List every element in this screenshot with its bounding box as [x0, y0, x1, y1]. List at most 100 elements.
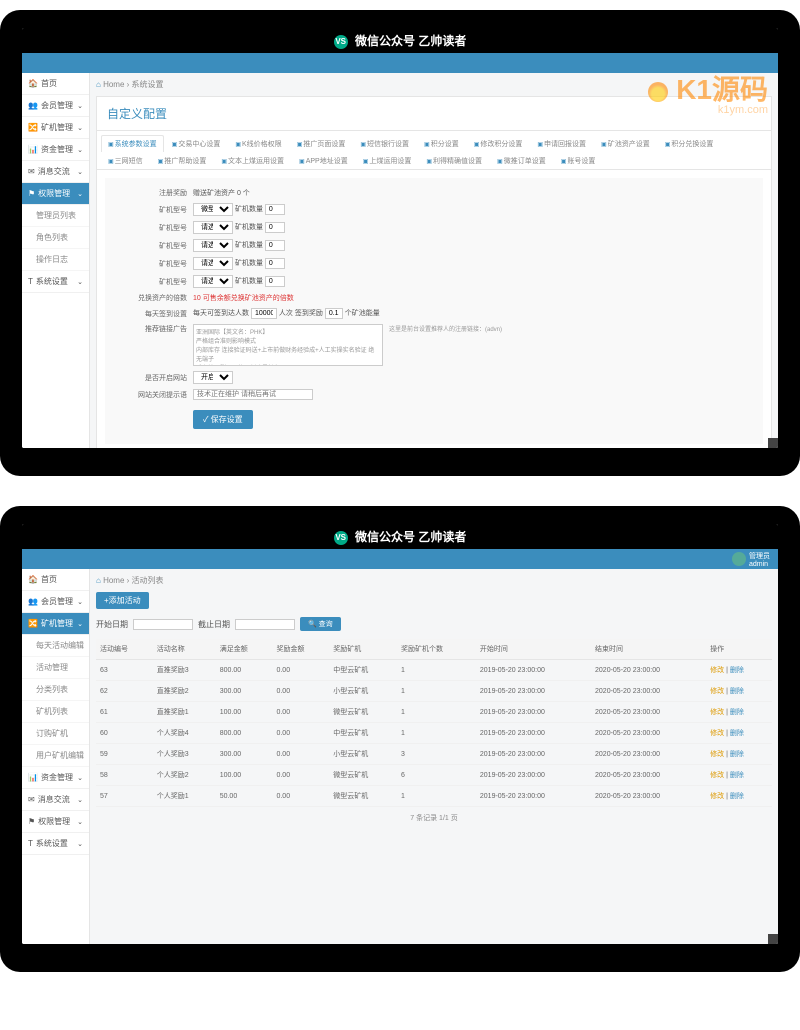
tab-8[interactable]: ▣矿池资产设置: [594, 135, 657, 152]
edit-link[interactable]: 修改: [710, 772, 724, 779]
table-row: 63直推奖励3800.000.00中型云矿机12019-05-20 23:00:…: [96, 660, 772, 681]
kj-count-input-4[interactable]: [265, 276, 285, 287]
kj-count-input-2[interactable]: [265, 240, 285, 251]
home-icon[interactable]: ⌂: [96, 576, 101, 585]
edit-link[interactable]: 修改: [710, 688, 724, 695]
sidebar-item-矿机管理[interactable]: 🔀矿机管理⌄: [22, 117, 89, 139]
sidebar-item-会员管理[interactable]: 👥会员管理⌄: [22, 95, 89, 117]
sidebar-item-矿机管理[interactable]: 🔀矿机管理⌄: [22, 613, 89, 635]
tab-13[interactable]: ▣APP地址设置: [292, 152, 355, 169]
add-activity-button[interactable]: +添加活动: [96, 592, 149, 609]
tab-15[interactable]: ▣利得精确值设置: [419, 152, 489, 169]
end-date-input[interactable]: [235, 619, 295, 630]
delete-link[interactable]: 删除: [730, 772, 744, 779]
tab-14[interactable]: ▣上煤运用设置: [356, 152, 419, 169]
tab-icon: ▣: [158, 159, 164, 165]
edit-link[interactable]: 修改: [710, 793, 724, 800]
sidebar-sub-管理员列表[interactable]: 管理员列表: [22, 205, 89, 227]
delete-link[interactable]: 删除: [730, 688, 744, 695]
save-button[interactable]: ✓ 保存设置: [193, 410, 253, 429]
query-button[interactable]: 🔍 查询: [300, 617, 341, 631]
sidebar-item-资金管理[interactable]: 📊资金管理⌄: [22, 767, 89, 789]
kj-type-select-2[interactable]: 请选择: [193, 239, 233, 252]
sidebar-sub-用户矿机编辑[interactable]: 用户矿机编辑: [22, 745, 89, 767]
kj-type-select-3[interactable]: 请选择: [193, 257, 233, 270]
col-header: 奖励矿机个数: [397, 639, 476, 660]
edit-link[interactable]: 修改: [710, 667, 724, 674]
chevron-down-icon: ⌄: [77, 840, 83, 848]
delete-link[interactable]: 删除: [730, 730, 744, 737]
kj-count-input-3[interactable]: [265, 258, 285, 269]
tab-10[interactable]: ▣三网短信: [101, 152, 150, 169]
tab-1[interactable]: ▣交易中心设置: [165, 135, 228, 152]
kj-count-input-0[interactable]: [265, 204, 285, 215]
tab-2[interactable]: ▣K线价格权限: [228, 135, 288, 152]
sidebar-item-首页[interactable]: 🏠首页: [22, 569, 89, 591]
sidebar-item-权限管理[interactable]: ⚑权限管理⌄: [22, 811, 89, 833]
sidebar-sub-操作日志[interactable]: 操作日志: [22, 249, 89, 271]
edit-link[interactable]: 修改: [710, 751, 724, 758]
tab-bar: ▣系统参数设置▣交易中心设置▣K线价格权限▣推广页面设置▣短信银行设置▣积分设置…: [97, 131, 771, 170]
tab-12[interactable]: ▣文本上煤运用设置: [214, 152, 291, 169]
tab-icon: ▣: [497, 159, 503, 165]
start-date-input[interactable]: [133, 619, 193, 630]
breadcrumb-2: ⌂ Home › 活动列表: [96, 575, 772, 586]
sign-count-input[interactable]: [251, 308, 277, 319]
chevron-down-icon: ⌄: [77, 620, 83, 628]
tab-7[interactable]: ▣申请回报设置: [530, 135, 593, 152]
sidebar-sub-每天活动编辑[interactable]: 每天活动编辑: [22, 635, 89, 657]
activity-table: 活动编号活动名称满足金额奖励金额奖励矿机奖励矿机个数开始时间结束时间操作 63直…: [96, 639, 772, 807]
form-area: 注册奖励 赠送矿池资产 0 个 矿机型号微型矿机 矿机数量 矿机型号请选择 矿机…: [105, 178, 763, 444]
sidebar-item-会员管理[interactable]: 👥会员管理⌄: [22, 591, 89, 613]
tab-11[interactable]: ▣推广帮助设置: [151, 152, 214, 169]
close-label: 网站关闭提示语: [125, 390, 193, 400]
sidebar-sub-分类列表[interactable]: 分类列表: [22, 679, 89, 701]
scroll-corner-icon[interactable]: [768, 934, 778, 944]
edit-link[interactable]: 修改: [710, 730, 724, 737]
delete-link[interactable]: 删除: [730, 751, 744, 758]
delete-link[interactable]: 删除: [730, 709, 744, 716]
chevron-down-icon: ⌄: [77, 278, 83, 286]
scroll-corner-icon[interactable]: [768, 438, 778, 448]
sidebar-sub-角色列表[interactable]: 角色列表: [22, 227, 89, 249]
sidebar-sub-矿机列表[interactable]: 矿机列表: [22, 701, 89, 723]
vs-icon: VS: [334, 35, 348, 49]
sidebar-sub-活动管理[interactable]: 活动管理: [22, 657, 89, 679]
tab-6[interactable]: ▣修改积分设置: [467, 135, 530, 152]
tab-16[interactable]: ▣微推订单设置: [490, 152, 553, 169]
kj-type-select-4[interactable]: 请选择: [193, 275, 233, 288]
open-select[interactable]: 开启: [193, 371, 233, 384]
sidebar-item-首页[interactable]: 🏠首页: [22, 73, 89, 95]
tab-3[interactable]: ▣推广页面设置: [290, 135, 353, 152]
edit-link[interactable]: 修改: [710, 709, 724, 716]
tab-17[interactable]: ▣账号设置: [554, 152, 603, 169]
sidebar-item-系统设置[interactable]: T系统设置⌄: [22, 833, 89, 855]
delete-link[interactable]: 删除: [730, 793, 744, 800]
user-badge[interactable]: 管理员admin: [732, 551, 770, 568]
sidebar-item-消息交流[interactable]: ✉消息交流⌄: [22, 789, 89, 811]
delete-link[interactable]: 删除: [730, 667, 744, 674]
sign-label: 每天签到设置: [125, 309, 193, 319]
sidebar-item-资金管理[interactable]: 📊资金管理⌄: [22, 139, 89, 161]
home-icon[interactable]: ⌂: [96, 80, 101, 89]
sidebar-item-消息交流[interactable]: ✉消息交流⌄: [22, 161, 89, 183]
close-input[interactable]: [193, 389, 313, 400]
kj-type-select-1[interactable]: 请选择: [193, 221, 233, 234]
monitor-top: VS 微信公众号 乙帅读者 K1源码 k1ym.com 🏠首页👥会员管理⌄🔀矿机…: [0, 10, 800, 476]
kj-count-input-1[interactable]: [265, 222, 285, 233]
table-row: 61直推奖励1100.000.00微型云矿机12019-05-20 23:00:…: [96, 702, 772, 723]
sign-bonus-input[interactable]: [325, 308, 343, 319]
config-card: 自定义配置 ▣系统参数设置▣交易中心设置▣K线价格权限▣推广页面设置▣短信银行设…: [96, 96, 772, 448]
tab-4[interactable]: ▣短信银行设置: [353, 135, 416, 152]
tab-5[interactable]: ▣积分设置: [417, 135, 466, 152]
tab-9[interactable]: ▣积分兑换设置: [658, 135, 721, 152]
tab-0[interactable]: ▣系统参数设置: [101, 135, 164, 152]
table-row: 57个人奖励150.000.00微型云矿机12019-05-20 23:00:0…: [96, 786, 772, 807]
sidebar-sub-订购矿机[interactable]: 订购矿机: [22, 723, 89, 745]
promo-textarea[interactable]: 亚洲国际【英文名：PHK】 严格组合准则影响模式 内部库存 连接验证码送+上市前…: [193, 324, 383, 366]
sidebar-item-权限管理[interactable]: ⚑权限管理⌄: [22, 183, 89, 205]
sidebar-item-系统设置[interactable]: T系统设置⌄: [22, 271, 89, 293]
nav-icon: T: [28, 839, 33, 848]
kj-type-select-0[interactable]: 微型矿机: [193, 203, 233, 216]
tab-icon: ▣: [561, 159, 567, 165]
